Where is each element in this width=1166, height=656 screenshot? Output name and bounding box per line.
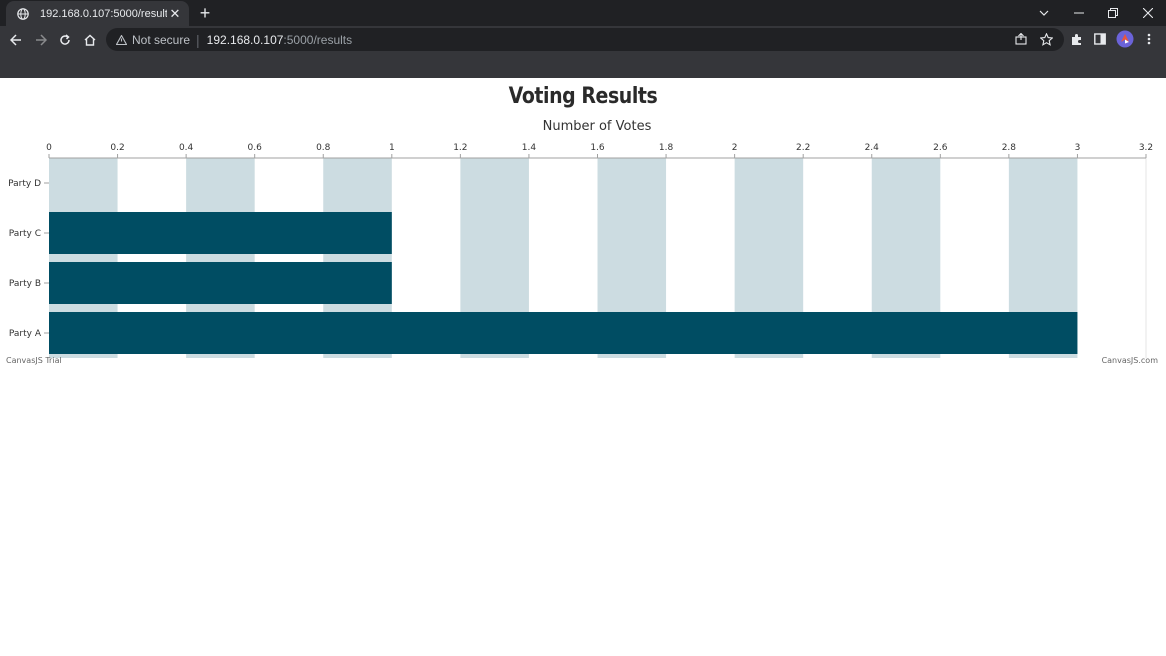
- tab-title: 192.168.0.107:5000/results: [40, 7, 167, 20]
- value-axis-tick-label: 0.2: [110, 143, 124, 153]
- back-arrow-icon[interactable]: [6, 30, 26, 50]
- value-axis-tick-label: 1.8: [659, 143, 674, 153]
- category-label: Party B: [9, 279, 41, 289]
- close-tab-icon[interactable]: ✕: [167, 6, 183, 22]
- category-label: Party A: [9, 329, 42, 339]
- value-axis-tick-label: 3.2: [1139, 143, 1153, 153]
- value-axis-tick-label: 1: [389, 143, 395, 153]
- bar-party-a: [49, 312, 1078, 354]
- browser-tab[interactable]: 192.168.0.107:5000/results ✕: [6, 1, 189, 26]
- profile-avatar-icon[interactable]: [1116, 30, 1134, 48]
- value-axis-tick-label: 1.2: [453, 143, 467, 153]
- value-axis-tick-label: 2.4: [865, 143, 880, 153]
- tab-search-icon[interactable]: [1027, 0, 1061, 26]
- value-axis-tick-label: 1.4: [522, 143, 537, 153]
- browser-toolbar: Not secure | 192.168.0.107 :5000/results: [0, 26, 1166, 53]
- canvasjs-trial-credit: CanvasJS Trial: [6, 356, 62, 365]
- value-axis-title: Number of Votes: [542, 119, 652, 134]
- bookmarks-bar: [0, 53, 1166, 78]
- category-label: Party D: [8, 179, 41, 189]
- restore-icon[interactable]: [1096, 0, 1130, 26]
- bar-party-b: [49, 262, 392, 304]
- value-axis-tick-label: 0.6: [248, 143, 263, 153]
- tab-strip: 192.168.0.107:5000/results ✕ +: [0, 0, 1166, 26]
- minimize-icon[interactable]: [1062, 0, 1096, 26]
- value-axis-tick-label: 2.2: [796, 143, 810, 153]
- warning-triangle-icon[interactable]: [115, 34, 127, 46]
- canvasjs-link-credit[interactable]: CanvasJS.com: [1102, 356, 1158, 365]
- security-status-label[interactable]: Not secure: [132, 33, 190, 47]
- forward-arrow-icon[interactable]: [31, 30, 51, 50]
- value-axis-tick-label: 0.8: [316, 143, 331, 153]
- value-axis-tick-label: 3: [1075, 143, 1081, 153]
- side-panel-icon[interactable]: [1091, 30, 1109, 48]
- value-axis-tick-label: 0: [46, 143, 52, 153]
- extensions-icon[interactable]: [1067, 30, 1085, 48]
- home-icon[interactable]: [80, 30, 100, 50]
- reload-icon[interactable]: [55, 30, 75, 50]
- value-axis-tick-label: 0.4: [179, 143, 194, 153]
- globe-icon: [15, 6, 31, 22]
- close-window-icon[interactable]: [1131, 0, 1165, 26]
- share-icon[interactable]: [1013, 31, 1029, 47]
- kebab-menu-icon[interactable]: [1140, 30, 1158, 48]
- url-host: 192.168.0.107: [206, 32, 284, 47]
- bookmark-star-icon[interactable]: [1038, 31, 1054, 47]
- omnibox-separator: |: [196, 31, 200, 48]
- value-axis-tick-label: 1.6: [590, 143, 605, 153]
- value-axis-tick-label: 2.6: [933, 143, 948, 153]
- category-label: Party C: [9, 229, 41, 239]
- new-tab-button[interactable]: +: [196, 4, 214, 22]
- value-axis-tick-label: 2.8: [1002, 143, 1017, 153]
- bar-party-c: [49, 212, 392, 254]
- chart-title: Voting Results: [508, 84, 658, 109]
- value-axis-tick-label: 2: [732, 143, 738, 153]
- bar-chart: 0 0.2 0.4 0.6 0.8 1 1.2 1.4 1.6 1.8 2 2.2 2.4 2.6 2.8 3…: [8, 143, 1153, 358]
- url-path: :5000/results: [283, 32, 353, 47]
- address-bar[interactable]: Not secure | 192.168.0.107 :5000/results: [106, 28, 1064, 51]
